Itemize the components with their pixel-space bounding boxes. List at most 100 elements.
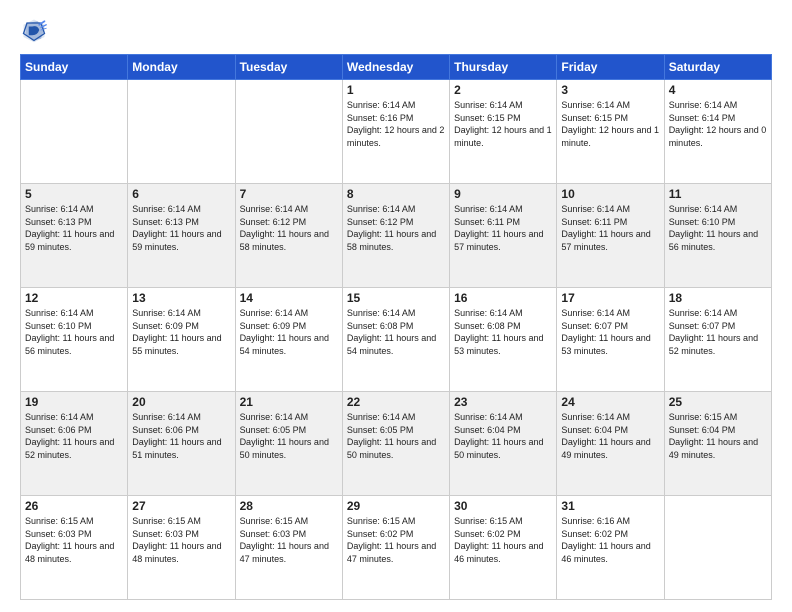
calendar-cell: 10Sunrise: 6:14 AM Sunset: 6:11 PM Dayli… (557, 184, 664, 288)
calendar-table: SundayMondayTuesdayWednesdayThursdayFrid… (20, 54, 772, 600)
cell-info: Sunrise: 6:14 AM Sunset: 6:12 PM Dayligh… (240, 203, 338, 253)
calendar-cell: 7 Sunrise: 6:14 AM Sunset: 6:12 PM Daylig… (235, 184, 342, 288)
cell-info: Sunrise: 6:14 AM Sunset: 6:07 PM Dayligh… (561, 307, 659, 357)
calendar-header-row: SundayMondayTuesdayWednesdayThursdayFrid… (21, 55, 772, 80)
calendar-cell: 27 Sunrise: 6:15 AM Sunset: 6:03 PM Dayli… (128, 496, 235, 600)
calendar-cell: 22Sunrise: 6:14 AM Sunset: 6:05 PM Dayli… (342, 392, 449, 496)
cell-info: Sunrise: 6:15 AM Sunset: 6:02 PM Dayligh… (454, 515, 552, 565)
cell-info: Sunrise: 6:15 AM Sunset: 6:02 PM Dayligh… (347, 515, 445, 565)
day-number: 17 (561, 291, 659, 305)
day-of-week-header: Tuesday (235, 55, 342, 80)
day-number: 21 (240, 395, 338, 409)
day-of-week-header: Monday (128, 55, 235, 80)
calendar-cell (128, 80, 235, 184)
day-number: 11 (669, 187, 767, 201)
day-number: 16 (454, 291, 552, 305)
day-number: 31 (561, 499, 659, 513)
cell-info: Sunrise: 6:14 AM Sunset: 6:08 PM Dayligh… (347, 307, 445, 357)
calendar-cell (235, 80, 342, 184)
day-number: 27 (132, 499, 230, 513)
calendar-cell: 16 Sunrise: 6:14 AM Sunset: 6:08 PM Dayli… (450, 288, 557, 392)
cell-info: Sunrise: 6:14 AM Sunset: 6:05 PM Dayligh… (240, 411, 338, 461)
page: SundayMondayTuesdayWednesdayThursdayFrid… (0, 0, 792, 612)
day-number: 15 (347, 291, 445, 305)
cell-info: Sunrise: 6:14 AM Sunset: 6:13 PM Dayligh… (132, 203, 230, 253)
calendar-cell (21, 80, 128, 184)
calendar-cell (664, 496, 771, 600)
day-number: 5 (25, 187, 123, 201)
calendar-week-row: 19 Sunrise: 6:14 AM Sunset: 6:06 PM Dayli… (21, 392, 772, 496)
cell-info: Sunrise: 6:14 AM Sunset: 6:10 PM Dayligh… (25, 307, 123, 357)
day-number: 22 (347, 395, 445, 409)
calendar-cell: 25 Sunrise: 6:15 AM Sunset: 6:04 PM Dayli… (664, 392, 771, 496)
day-number: 20 (132, 395, 230, 409)
cell-info: Sunrise: 6:15 AM Sunset: 6:03 PM Dayligh… (240, 515, 338, 565)
day-of-week-header: Wednesday (342, 55, 449, 80)
cell-info: Sunrise: 6:14 AM Sunset: 6:14 PM Dayligh… (669, 99, 767, 149)
calendar-week-row: 12 Sunrise: 6:14 AM Sunset: 6:10 PM Dayli… (21, 288, 772, 392)
cell-info: Sunrise: 6:14 AM Sunset: 6:11 PM Dayligh… (454, 203, 552, 253)
calendar-cell: 21 Sunrise: 6:14 AM Sunset: 6:05 PM Dayli… (235, 392, 342, 496)
cell-info: Sunrise: 6:14 AM Sunset: 6:08 PM Dayligh… (454, 307, 552, 357)
day-number: 23 (454, 395, 552, 409)
day-number: 12 (25, 291, 123, 305)
cell-info: Sunrise: 6:15 AM Sunset: 6:03 PM Dayligh… (25, 515, 123, 565)
calendar-cell: 19 Sunrise: 6:14 AM Sunset: 6:06 PM Dayli… (21, 392, 128, 496)
cell-info: Sunrise: 6:15 AM Sunset: 6:04 PM Dayligh… (669, 411, 767, 461)
calendar-cell: 26 Sunrise: 6:15 AM Sunset: 6:03 PM Dayli… (21, 496, 128, 600)
logo (20, 16, 52, 44)
header (20, 16, 772, 44)
calendar-cell: 20 Sunrise: 6:14 AM Sunset: 6:06 PM Dayli… (128, 392, 235, 496)
calendar-cell: 14Sunrise: 6:14 AM Sunset: 6:09 PM Dayli… (235, 288, 342, 392)
day-number: 29 (347, 499, 445, 513)
calendar-cell: 12 Sunrise: 6:14 AM Sunset: 6:10 PM Dayli… (21, 288, 128, 392)
day-number: 19 (25, 395, 123, 409)
calendar-cell: 30 Sunrise: 6:15 AM Sunset: 6:02 PM Dayli… (450, 496, 557, 600)
calendar-cell: 8Sunrise: 6:14 AM Sunset: 6:12 PM Daylig… (342, 184, 449, 288)
day-number: 1 (347, 83, 445, 97)
calendar-cell: 4Sunrise: 6:14 AM Sunset: 6:14 PM Daylig… (664, 80, 771, 184)
calendar-week-row: 1 Sunrise: 6:14 AM Sunset: 6:16 PM Daylig… (21, 80, 772, 184)
cell-info: Sunrise: 6:14 AM Sunset: 6:07 PM Dayligh… (669, 307, 767, 357)
day-number: 18 (669, 291, 767, 305)
day-of-week-header: Thursday (450, 55, 557, 80)
cell-info: Sunrise: 6:14 AM Sunset: 6:06 PM Dayligh… (25, 411, 123, 461)
day-of-week-header: Friday (557, 55, 664, 80)
calendar-cell: 3 Sunrise: 6:14 AM Sunset: 6:15 PM Daylig… (557, 80, 664, 184)
cell-info: Sunrise: 6:14 AM Sunset: 6:09 PM Dayligh… (132, 307, 230, 357)
day-number: 7 (240, 187, 338, 201)
day-number: 9 (454, 187, 552, 201)
cell-info: Sunrise: 6:15 AM Sunset: 6:03 PM Dayligh… (132, 515, 230, 565)
calendar-cell: 15 Sunrise: 6:14 AM Sunset: 6:08 PM Dayli… (342, 288, 449, 392)
cell-info: Sunrise: 6:14 AM Sunset: 6:04 PM Dayligh… (454, 411, 552, 461)
cell-info: Sunrise: 6:14 AM Sunset: 6:16 PM Dayligh… (347, 99, 445, 149)
calendar-cell: 9 Sunrise: 6:14 AM Sunset: 6:11 PM Daylig… (450, 184, 557, 288)
calendar-cell: 18 Sunrise: 6:14 AM Sunset: 6:07 PM Dayli… (664, 288, 771, 392)
cell-info: Sunrise: 6:14 AM Sunset: 6:11 PM Dayligh… (561, 203, 659, 253)
day-number: 25 (669, 395, 767, 409)
calendar-week-row: 5 Sunrise: 6:14 AM Sunset: 6:13 PM Daylig… (21, 184, 772, 288)
cell-info: Sunrise: 6:14 AM Sunset: 6:04 PM Dayligh… (561, 411, 659, 461)
cell-info: Sunrise: 6:14 AM Sunset: 6:15 PM Dayligh… (454, 99, 552, 149)
day-number: 24 (561, 395, 659, 409)
day-number: 13 (132, 291, 230, 305)
day-number: 8 (347, 187, 445, 201)
day-of-week-header: Saturday (664, 55, 771, 80)
day-number: 3 (561, 83, 659, 97)
calendar-cell: 11Sunrise: 6:14 AM Sunset: 6:10 PM Dayli… (664, 184, 771, 288)
cell-info: Sunrise: 6:14 AM Sunset: 6:06 PM Dayligh… (132, 411, 230, 461)
calendar-cell: 31Sunrise: 6:16 AM Sunset: 6:02 PM Dayli… (557, 496, 664, 600)
calendar-cell: 28Sunrise: 6:15 AM Sunset: 6:03 PM Dayli… (235, 496, 342, 600)
logo-icon (20, 16, 48, 44)
cell-info: Sunrise: 6:14 AM Sunset: 6:15 PM Dayligh… (561, 99, 659, 149)
calendar-cell: 13 Sunrise: 6:14 AM Sunset: 6:09 PM Dayli… (128, 288, 235, 392)
day-number: 30 (454, 499, 552, 513)
calendar-cell: 6Sunrise: 6:14 AM Sunset: 6:13 PM Daylig… (128, 184, 235, 288)
day-number: 26 (25, 499, 123, 513)
cell-info: Sunrise: 6:14 AM Sunset: 6:13 PM Dayligh… (25, 203, 123, 253)
calendar-cell: 29 Sunrise: 6:15 AM Sunset: 6:02 PM Dayli… (342, 496, 449, 600)
calendar-cell: 2Sunrise: 6:14 AM Sunset: 6:15 PM Daylig… (450, 80, 557, 184)
day-of-week-header: Sunday (21, 55, 128, 80)
calendar-cell: 1 Sunrise: 6:14 AM Sunset: 6:16 PM Daylig… (342, 80, 449, 184)
calendar-cell: 24 Sunrise: 6:14 AM Sunset: 6:04 PM Dayli… (557, 392, 664, 496)
